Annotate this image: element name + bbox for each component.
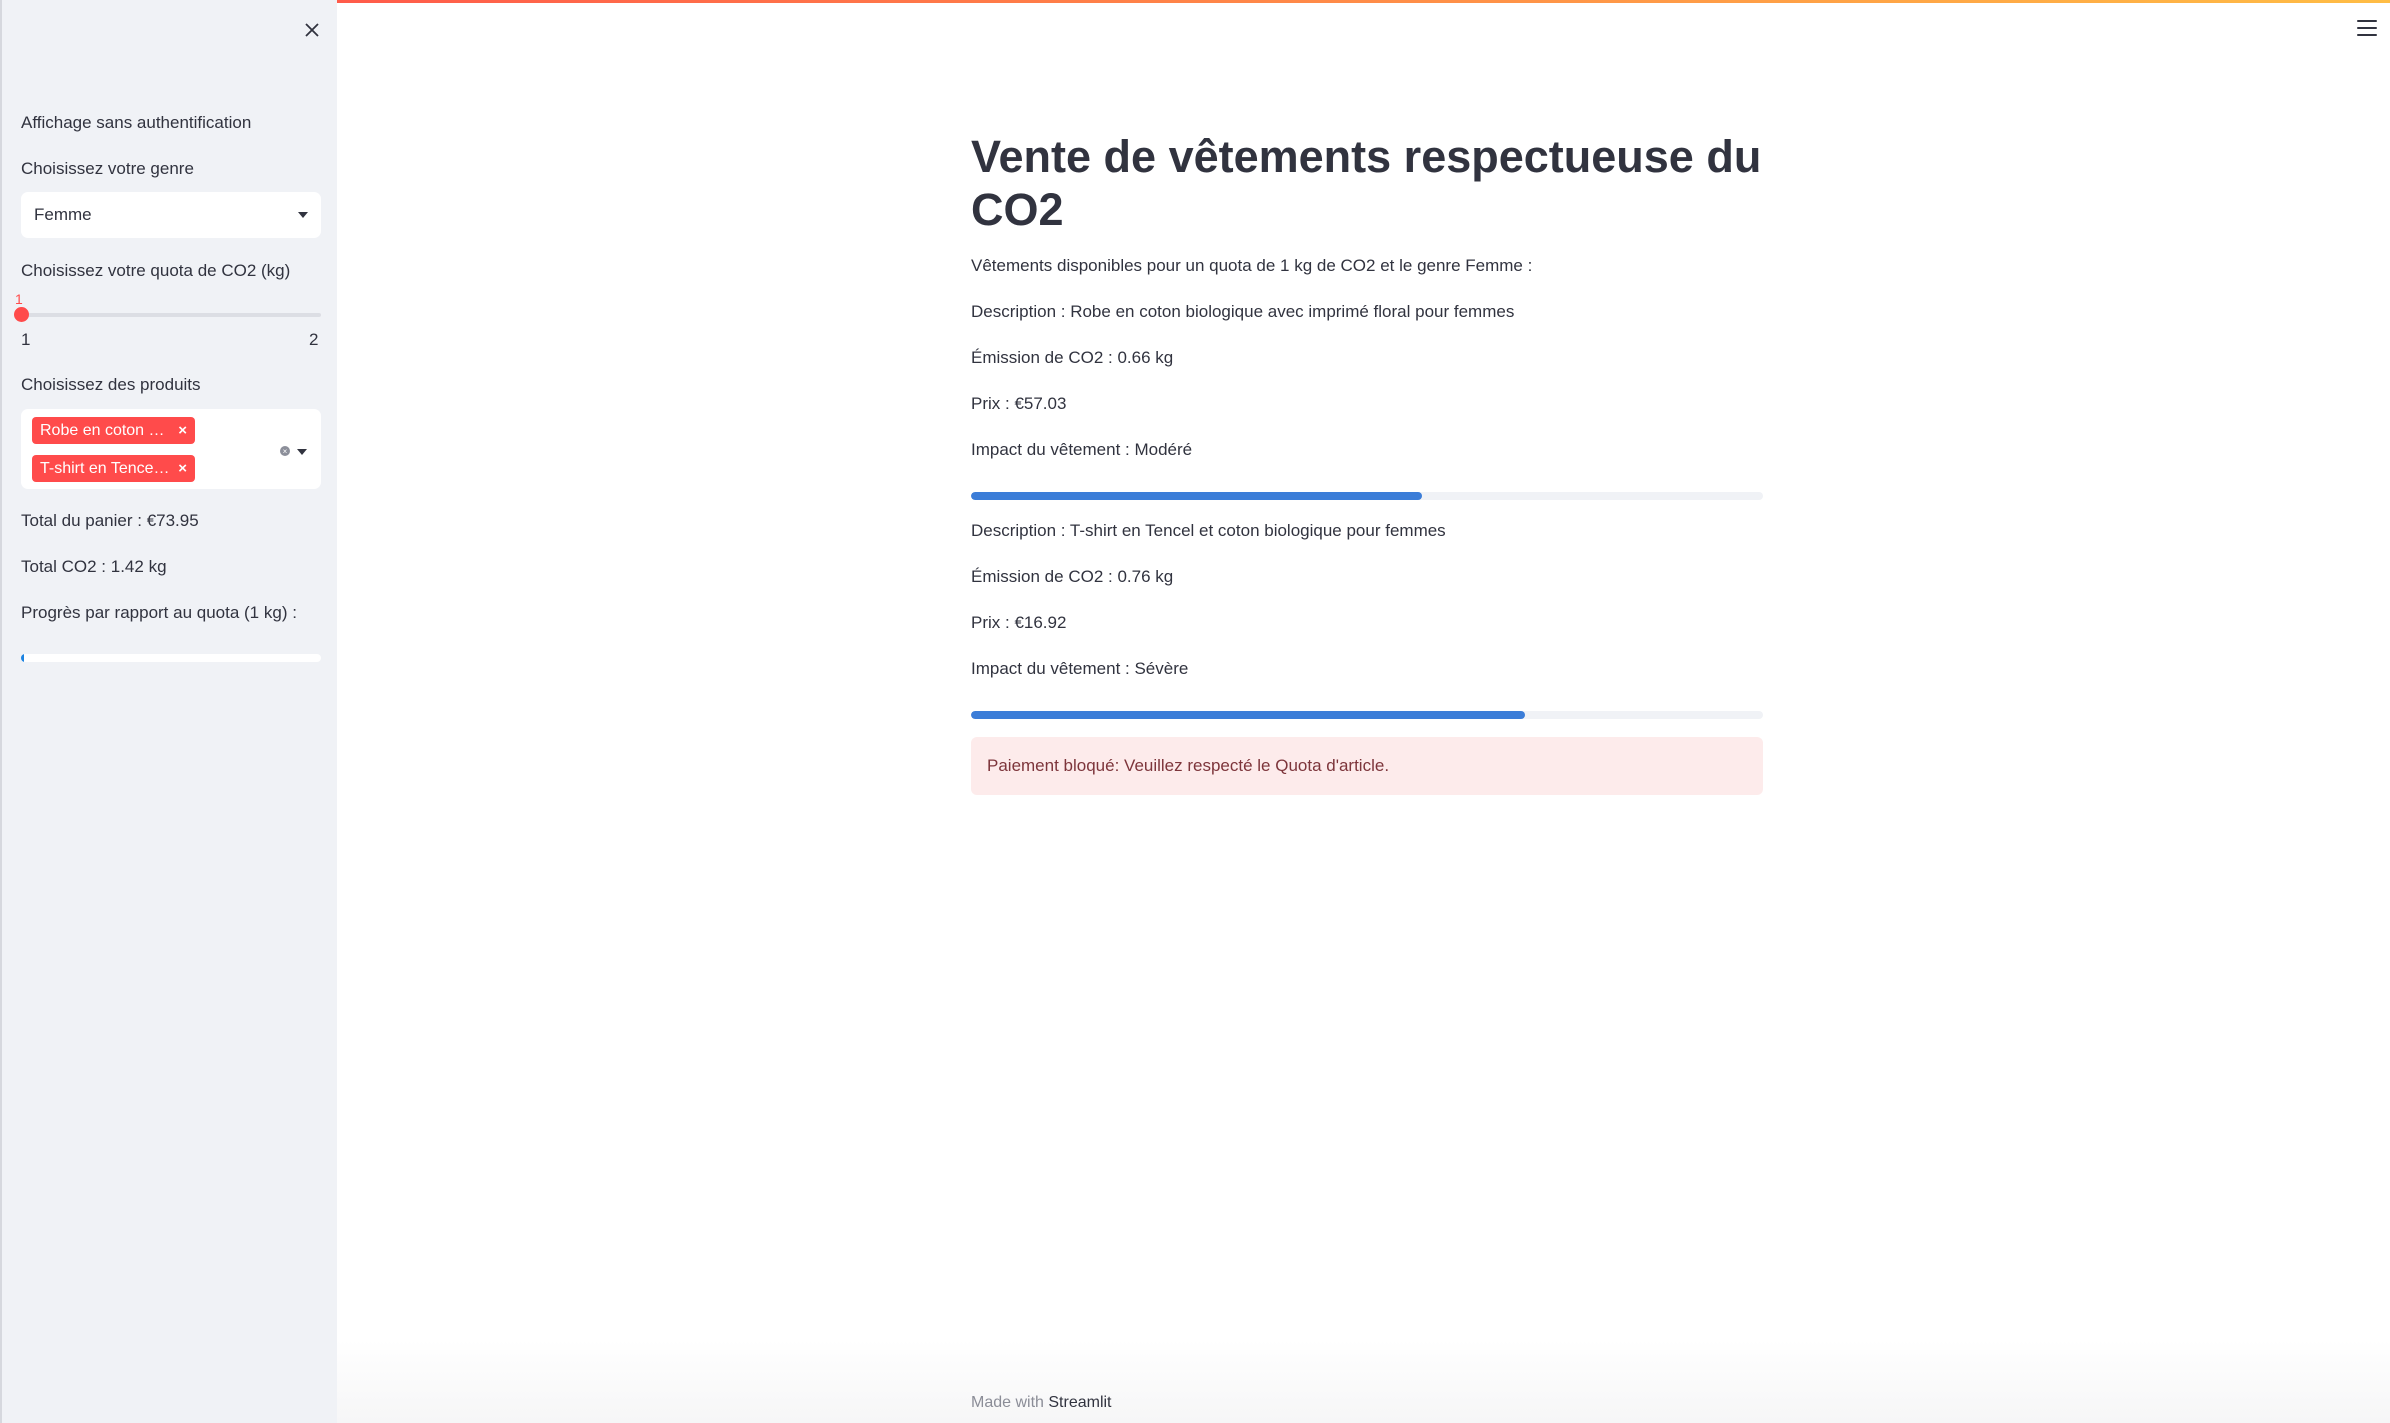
app-root: Affichage sans authentification Choisiss… (0, 0, 2390, 1423)
product-price: Prix : €57.03 (971, 394, 1067, 413)
gender-label: Choisissez votre genre (21, 159, 194, 178)
product-tag-label: Robe en coton biologique avec imprimé fl… (40, 421, 173, 439)
quota-slider-max: 2 (309, 330, 319, 349)
impact-progress-bar (971, 711, 1763, 719)
co2-total: Total CO2 : 1.42 kg (21, 557, 167, 576)
close-icon (305, 23, 319, 37)
product-emission: Émission de CO2 : 0.66 kg (971, 348, 1174, 367)
gender-select[interactable]: Femme (21, 192, 321, 238)
quota-progress-fill (21, 654, 24, 662)
quota-slider-value: 1 (15, 291, 23, 307)
alert-message: Paiement bloqué: Veuillez respecté le Qu… (987, 756, 1390, 775)
product-impact: Impact du vêtement : Sévère (971, 659, 1189, 678)
intro-text: Vêtements disponibles pour un quota de 1… (971, 256, 1533, 275)
products-label: Choisissez des produits (21, 375, 201, 394)
quota-progress-label: Progrès par rapport au quota (1 kg) : (21, 603, 297, 622)
payment-blocked-alert: Paiement bloqué: Veuillez respecté le Qu… (971, 737, 1763, 795)
remove-tag-icon[interactable]: × (173, 422, 187, 439)
products-multiselect[interactable]: Robe en coton biologique avec imprimé fl… (21, 409, 321, 489)
top-decoration-bar (0, 0, 2390, 3)
footer: Made with Streamlit (971, 1394, 1112, 1412)
quota-slider-min: 1 (21, 330, 31, 349)
page-title: Vente de vêtements respectueuse du CO2 (971, 131, 1762, 235)
main-menu-button[interactable] (2357, 20, 2377, 36)
product-price: Prix : €16.92 (971, 613, 1067, 632)
product-impact: Impact du vêtement : Modéré (971, 440, 1193, 459)
quota-progress-bar (21, 654, 321, 662)
hamburger-icon (2357, 20, 2377, 22)
streamlit-link[interactable]: Streamlit (1048, 1394, 1111, 1411)
impact-progress-fill (971, 711, 1526, 719)
chevron-down-icon[interactable] (297, 449, 307, 455)
impact-progress-bar (971, 492, 1763, 500)
auth-status-text: Affichage sans authentification (21, 113, 252, 132)
footer-prefix: Made with (971, 1394, 1044, 1411)
product-description: Description : T-shirt en Tencel et coton… (971, 521, 1446, 540)
chevron-down-icon (298, 212, 308, 218)
impact-progress-fill (971, 492, 1423, 500)
footer-background (337, 1340, 2390, 1423)
product-tag[interactable]: T-shirt en Tencel et coton biologique po… (32, 455, 195, 482)
cart-total: Total du panier : €73.95 (21, 511, 199, 530)
sidebar: Affichage sans authentification Choisiss… (0, 0, 337, 1423)
gender-select-value: Femme (34, 205, 92, 224)
clear-all-icon[interactable]: × (280, 446, 290, 456)
product-description: Description : Robe en coton biologique a… (971, 302, 1515, 321)
close-sidebar-button[interactable] (300, 18, 324, 42)
quota-slider[interactable] (14, 307, 321, 322)
quota-label: Choisissez votre quota de CO2 (kg) (21, 261, 291, 280)
product-tag-label: T-shirt en Tencel et coton biologique po… (40, 459, 173, 477)
quota-slider-thumb[interactable] (14, 307, 29, 322)
product-emission: Émission de CO2 : 0.76 kg (971, 567, 1174, 586)
product-tag[interactable]: Robe en coton biologique avec imprimé fl… (32, 417, 195, 444)
remove-tag-icon[interactable]: × (173, 460, 187, 477)
